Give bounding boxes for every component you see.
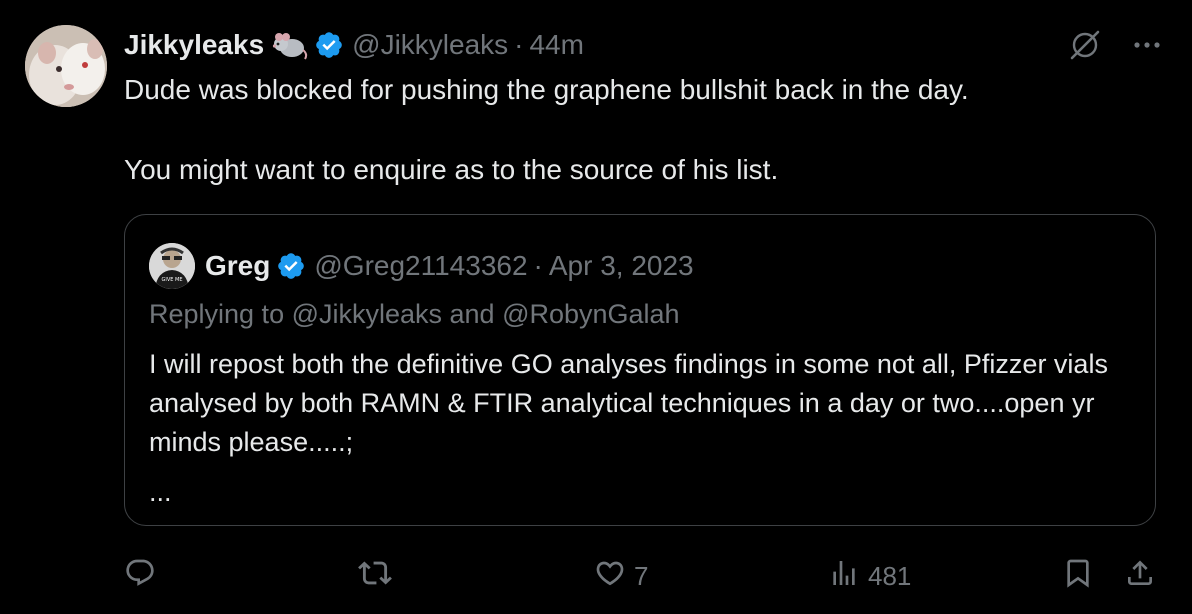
tweet-header: Jikkyleaks @Jikkyleaks · 44m: [124, 24, 584, 66]
author-avatar[interactable]: [25, 25, 107, 107]
quoted-author-handle[interactable]: @Greg21143362: [314, 250, 527, 282]
tweet-paragraph: You might want to enquire as to the sour…: [124, 154, 779, 185]
tweet-text: Dude was blocked for pushing the graphen…: [124, 70, 1144, 190]
grok-icon[interactable]: [1068, 28, 1102, 62]
like-button[interactable]: 7: [594, 556, 648, 596]
quoted-tweet-text: I will repost both the definitive GO ana…: [149, 349, 1108, 457]
svg-text:GIVE ME: GIVE ME: [162, 277, 183, 283]
reply-icon: [124, 557, 156, 596]
quoted-header-separator: ·: [533, 250, 543, 281]
share-button[interactable]: [1124, 556, 1156, 596]
share-icon: [1124, 557, 1156, 596]
repost-icon: [358, 556, 392, 597]
views-count: 481: [868, 560, 912, 591]
bookmark-button[interactable]: [1062, 556, 1094, 596]
verified-badge-icon[interactable]: [276, 251, 306, 281]
header-separator: ·: [514, 29, 524, 60]
quoted-tweet-truncation: ...: [149, 477, 172, 507]
tweet-action-bar: 7 481: [0, 556, 1192, 596]
verified-badge-icon[interactable]: [314, 30, 344, 60]
author-display-name[interactable]: Jikkyleaks: [124, 29, 264, 61]
quoted-author-avatar: GIVE ME: [149, 243, 195, 289]
quoted-tweet-date[interactable]: Apr 3, 2023: [549, 250, 694, 282]
quoted-tweet-card[interactable]: GIVE ME Greg @Greg21143362 · Apr 3, 2023…: [124, 214, 1156, 526]
more-options-icon[interactable]: [1132, 40, 1162, 50]
replying-to-line: Replying to @Jikkyleaks and @RobynGalah: [149, 299, 680, 329]
tweet-paragraph: Dude was blocked for pushing the graphen…: [124, 74, 969, 105]
views-chart-icon: [828, 557, 860, 596]
views-button[interactable]: 481: [828, 556, 911, 596]
quoted-tweet-header: GIVE ME Greg @Greg21143362 · Apr 3, 2023: [149, 243, 694, 289]
avatar-image: [25, 25, 107, 107]
heart-icon: [594, 557, 626, 596]
repost-button[interactable]: [358, 556, 400, 596]
author-handle[interactable]: @Jikkyleaks: [352, 29, 508, 61]
tweet-timestamp[interactable]: 44m: [529, 29, 583, 61]
reply-button[interactable]: [124, 556, 164, 596]
bookmark-icon: [1062, 557, 1094, 596]
rat-emoji-icon: [272, 30, 308, 60]
tweet-top-actions: [1068, 28, 1162, 62]
quoted-author-display-name[interactable]: Greg: [205, 250, 270, 282]
like-count: 7: [634, 560, 649, 591]
